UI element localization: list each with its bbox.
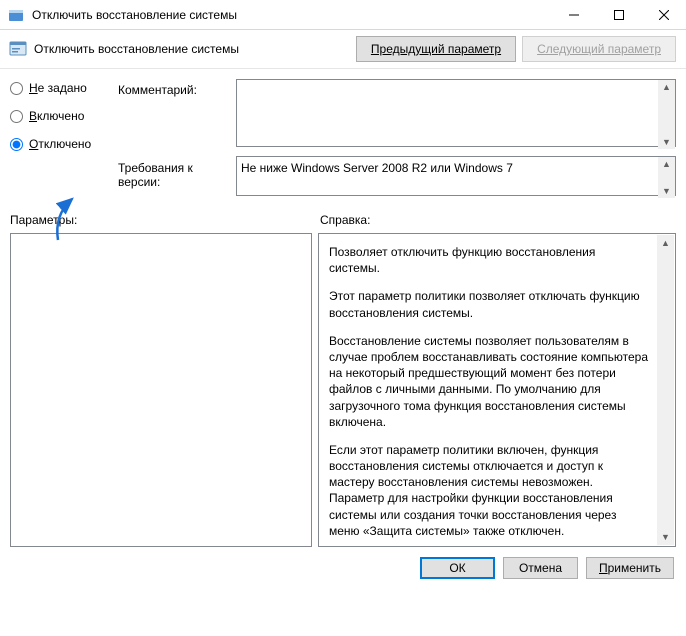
policy-title: Отключить восстановление системы: [34, 42, 356, 56]
parameters-panel: [10, 233, 312, 547]
close-button[interactable]: [641, 0, 686, 29]
content-area: Не задано Включено Отключено Комментарий…: [0, 69, 686, 547]
scroll-up-icon[interactable]: ▲: [662, 82, 671, 92]
minimize-button[interactable]: [551, 0, 596, 29]
field-labels: Комментарий: Требования к версии:: [118, 79, 236, 189]
scrollbar[interactable]: ▲▼: [658, 80, 675, 149]
window-controls: [551, 0, 686, 29]
scroll-up-icon[interactable]: ▲: [662, 159, 671, 169]
radio-disabled-input[interactable]: [10, 138, 23, 151]
field-inputs: ▲▼ ▲▼: [236, 79, 676, 199]
comment-textarea[interactable]: [236, 79, 676, 147]
help-text: Восстановление системы позволяет пользов…: [329, 333, 649, 430]
help-label: Справка:: [320, 213, 370, 227]
radio-disabled[interactable]: Отключено: [10, 137, 118, 151]
radio-group: Не задано Включено Отключено: [10, 79, 118, 151]
radio-not-configured-input[interactable]: [10, 82, 23, 95]
next-setting-button: Следующий параметр: [522, 36, 676, 62]
comment-label: Комментарий:: [118, 83, 236, 97]
maximize-button[interactable]: [596, 0, 641, 29]
cancel-button[interactable]: Отмена: [503, 557, 578, 579]
help-text: Если этот параметр политики включен, фун…: [329, 442, 649, 539]
title-bar: Отключить восстановление системы: [0, 0, 686, 30]
requirements-label: Требования к версии:: [118, 161, 236, 189]
scroll-down-icon[interactable]: ▼: [662, 186, 671, 196]
window-title: Отключить восстановление системы: [32, 8, 551, 22]
radio-disabled-label: Отключено: [29, 137, 91, 151]
policy-icon: [8, 39, 28, 59]
requirements-wrap: ▲▼: [236, 156, 676, 199]
help-text: Этот параметр политики позволяет отключа…: [329, 288, 649, 320]
policy-header: Отключить восстановление системы Предыду…: [0, 30, 686, 69]
top-grid: Не задано Включено Отключено Комментарий…: [10, 79, 676, 199]
help-panel: Позволяет отключить функцию восстановлен…: [318, 233, 676, 547]
radio-not-configured-label: Не задано: [29, 81, 87, 95]
scroll-down-icon[interactable]: ▼: [662, 137, 671, 147]
scroll-down-icon[interactable]: ▼: [661, 531, 670, 543]
nav-buttons: Предыдущий параметр Следующий параметр: [356, 36, 676, 62]
radio-not-configured[interactable]: Не задано: [10, 81, 118, 95]
app-icon: [8, 7, 24, 23]
radio-enabled[interactable]: Включено: [10, 109, 118, 123]
previous-setting-button[interactable]: Предыдущий параметр: [356, 36, 516, 62]
requirements-textarea: [236, 156, 676, 196]
apply-button[interactable]: Применить: [586, 557, 674, 579]
scroll-up-icon[interactable]: ▲: [661, 237, 670, 249]
radio-enabled-input[interactable]: [10, 110, 23, 123]
radio-enabled-label: Включено: [29, 109, 84, 123]
scrollbar[interactable]: ▲▼: [657, 235, 674, 545]
mid-labels: Параметры: Справка:: [10, 213, 676, 227]
panels: Позволяет отключить функцию восстановлен…: [10, 233, 676, 547]
footer-buttons: ОК Отмена Применить: [0, 547, 686, 589]
ok-button[interactable]: ОК: [420, 557, 495, 579]
parameters-label: Параметры:: [10, 213, 320, 227]
comment-wrap: ▲▼: [236, 79, 676, 150]
scrollbar[interactable]: ▲▼: [658, 157, 675, 198]
help-text: Позволяет отключить функцию восстановлен…: [329, 244, 649, 276]
